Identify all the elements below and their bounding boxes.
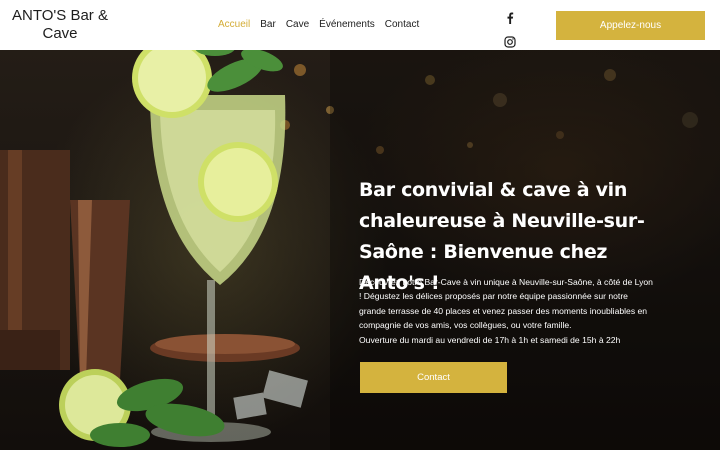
hero-section: Bar convivial & cave à vin chaleureuse à… — [0, 50, 720, 450]
hero-description: Découvrez notre Bar-Cave à vin unique à … — [359, 277, 653, 331]
nav-item-evenements[interactable]: Événements — [319, 18, 375, 32]
hero-description-block: Découvrez notre Bar-Cave à vin unique à … — [359, 275, 654, 347]
nav-item-accueil[interactable]: Accueil — [218, 18, 250, 32]
opening-hours: Ouverture du mardi au vendredi de 17h à … — [359, 334, 621, 345]
facebook-icon[interactable] — [503, 11, 517, 25]
contact-button[interactable]: Contact — [360, 362, 507, 393]
site-header: ANTO'S Bar & Cave Accueil Bar Cave Événe… — [0, 0, 720, 50]
site-logo-text[interactable]: ANTO'S Bar & Cave — [12, 7, 108, 43]
instagram-icon[interactable] — [503, 35, 517, 49]
call-us-button[interactable]: Appelez-nous — [556, 11, 705, 40]
nav-item-contact[interactable]: Contact — [385, 18, 419, 32]
main-nav: Accueil Bar Cave Événements Contact — [218, 18, 419, 32]
nav-item-cave[interactable]: Cave — [286, 18, 309, 32]
copper-shaker — [0, 150, 130, 380]
nav-item-bar[interactable]: Bar — [260, 18, 276, 32]
